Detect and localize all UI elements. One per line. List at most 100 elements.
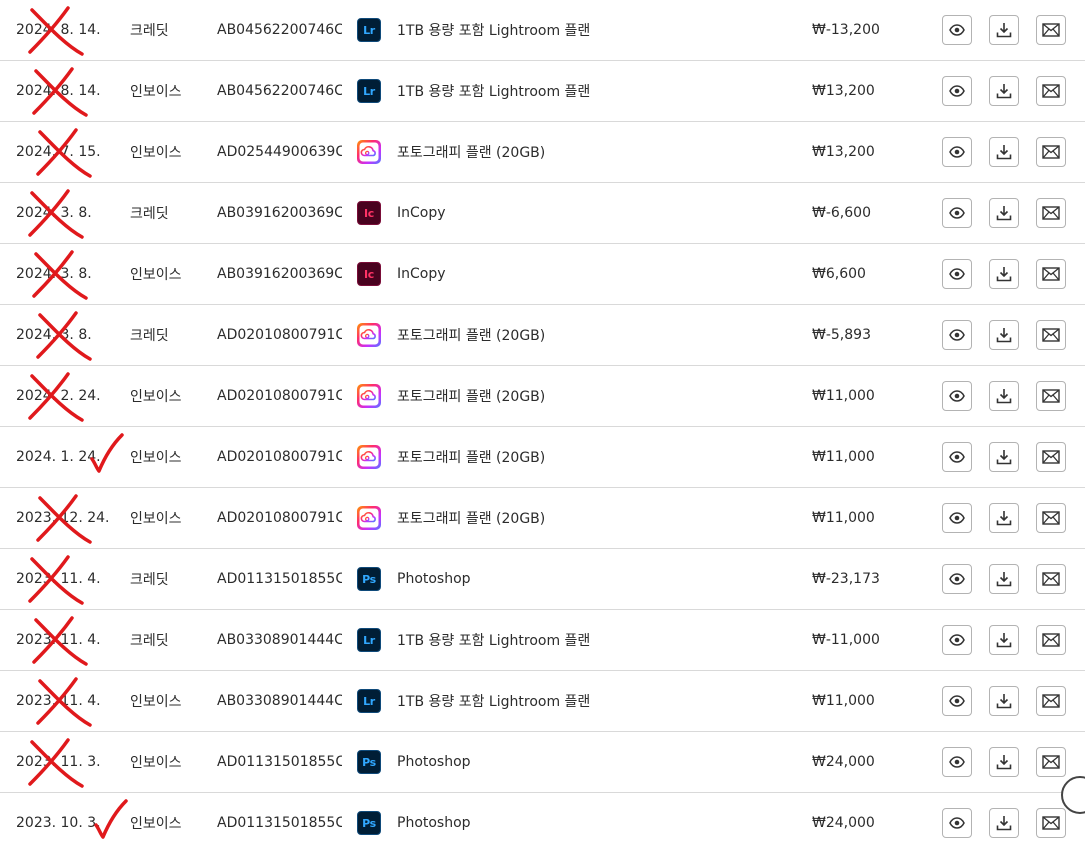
- view-icon: [949, 266, 965, 282]
- creative-cloud-icon: [357, 384, 381, 408]
- amount-cell: ₩24,000: [812, 754, 875, 770]
- type-cell: 인보이스: [130, 694, 182, 710]
- view-button[interactable]: [942, 320, 972, 350]
- product-cell: Photoshop: [397, 754, 471, 770]
- view-button[interactable]: [942, 198, 972, 228]
- table-row: 2023. 11. 4. 인보이스 AB03308901444C... Lr 1TB 용…: [0, 671, 1085, 732]
- creative-cloud-icon: [357, 506, 381, 530]
- download-button[interactable]: [989, 686, 1019, 716]
- order-number-cell: AD01131501855CKR: [217, 754, 342, 770]
- order-number-cell: AD02544900639C...: [217, 144, 342, 160]
- email-button[interactable]: [1036, 381, 1066, 411]
- order-number-cell: AD02010800791C...: [217, 449, 342, 465]
- date-cell: 2023. 11. 4.: [16, 632, 101, 648]
- email-icon: [1042, 389, 1060, 403]
- app-icon-cell: [357, 366, 381, 426]
- app-icon-cell: Lr: [357, 610, 381, 670]
- view-icon: [949, 327, 965, 343]
- product-cell: Photoshop: [397, 571, 471, 587]
- download-button[interactable]: [989, 808, 1019, 838]
- download-button[interactable]: [989, 442, 1019, 472]
- amount-cell: ₩11,000: [812, 510, 875, 526]
- email-button[interactable]: [1036, 137, 1066, 167]
- order-number-cell: AB03308901444C...: [217, 632, 342, 648]
- product-cell: InCopy: [397, 205, 446, 221]
- type-cell: 크레딧: [130, 23, 169, 39]
- email-button[interactable]: [1036, 564, 1066, 594]
- email-icon: [1042, 694, 1060, 708]
- view-button[interactable]: [942, 686, 972, 716]
- type-cell: 인보이스: [130, 816, 182, 832]
- download-button[interactable]: [989, 320, 1019, 350]
- amount-cell: ₩11,000: [812, 449, 875, 465]
- view-button[interactable]: [942, 76, 972, 106]
- download-button[interactable]: [989, 259, 1019, 289]
- view-button[interactable]: [942, 259, 972, 289]
- email-button[interactable]: [1036, 808, 1066, 838]
- view-button[interactable]: [942, 564, 972, 594]
- email-button[interactable]: [1036, 625, 1066, 655]
- download-icon: [996, 266, 1012, 282]
- view-icon: [949, 449, 965, 465]
- product-cell: 1TB 용량 포함 Lightroom 플랜: [397, 633, 591, 649]
- email-button[interactable]: [1036, 747, 1066, 777]
- amount-cell: ₩6,600: [812, 266, 866, 282]
- creative-cloud-icon: [357, 445, 381, 469]
- app-icon-cell: [357, 122, 381, 182]
- download-icon: [996, 327, 1012, 343]
- date-cell: 2024. 8. 14.: [16, 22, 101, 38]
- email-icon: [1042, 816, 1060, 830]
- download-button[interactable]: [989, 564, 1019, 594]
- product-cell: 포토그래피 플랜 (20GB): [397, 450, 546, 466]
- product-cell: 포토그래피 플랜 (20GB): [397, 389, 546, 405]
- view-button[interactable]: [942, 808, 972, 838]
- download-button[interactable]: [989, 76, 1019, 106]
- download-button[interactable]: [989, 198, 1019, 228]
- view-button[interactable]: [942, 15, 972, 45]
- email-button[interactable]: [1036, 198, 1066, 228]
- incopy-icon: Ic: [357, 262, 381, 286]
- email-button[interactable]: [1036, 320, 1066, 350]
- email-button[interactable]: [1036, 15, 1066, 45]
- photoshop-icon: Ps: [357, 567, 381, 591]
- download-icon: [996, 510, 1012, 526]
- email-button[interactable]: [1036, 686, 1066, 716]
- amount-cell: ₩11,000: [812, 388, 875, 404]
- view-button[interactable]: [942, 503, 972, 533]
- actions-cell: [942, 183, 1072, 243]
- download-button[interactable]: [989, 503, 1019, 533]
- email-button[interactable]: [1036, 442, 1066, 472]
- email-icon: [1042, 755, 1060, 769]
- view-button[interactable]: [942, 747, 972, 777]
- email-button[interactable]: [1036, 503, 1066, 533]
- view-button[interactable]: [942, 381, 972, 411]
- lightroom-icon: Lr: [357, 18, 381, 42]
- type-cell: 인보이스: [130, 84, 182, 100]
- view-icon: [949, 510, 965, 526]
- actions-cell: [942, 122, 1072, 182]
- download-button[interactable]: [989, 15, 1019, 45]
- email-icon: [1042, 633, 1060, 647]
- product-cell: InCopy: [397, 266, 446, 282]
- download-button[interactable]: [989, 747, 1019, 777]
- table-row: 2024. 3. 8. 크레딧 AD02010800791C... 포토그래피 플랜 …: [0, 305, 1085, 366]
- download-icon: [996, 632, 1012, 648]
- product-cell: 1TB 용량 포함 Lightroom 플랜: [397, 694, 591, 710]
- download-icon: [996, 22, 1012, 38]
- download-icon: [996, 205, 1012, 221]
- view-button[interactable]: [942, 137, 972, 167]
- app-icon-cell: Ps: [357, 549, 381, 609]
- email-button[interactable]: [1036, 259, 1066, 289]
- type-cell: 인보이스: [130, 755, 182, 771]
- download-button[interactable]: [989, 625, 1019, 655]
- download-button[interactable]: [989, 381, 1019, 411]
- download-icon: [996, 388, 1012, 404]
- email-icon: [1042, 572, 1060, 586]
- email-button[interactable]: [1036, 76, 1066, 106]
- view-button[interactable]: [942, 442, 972, 472]
- view-icon: [949, 815, 965, 831]
- view-button[interactable]: [942, 625, 972, 655]
- type-cell: 크레딧: [130, 328, 169, 344]
- app-icon-cell: Ic: [357, 244, 381, 304]
- download-button[interactable]: [989, 137, 1019, 167]
